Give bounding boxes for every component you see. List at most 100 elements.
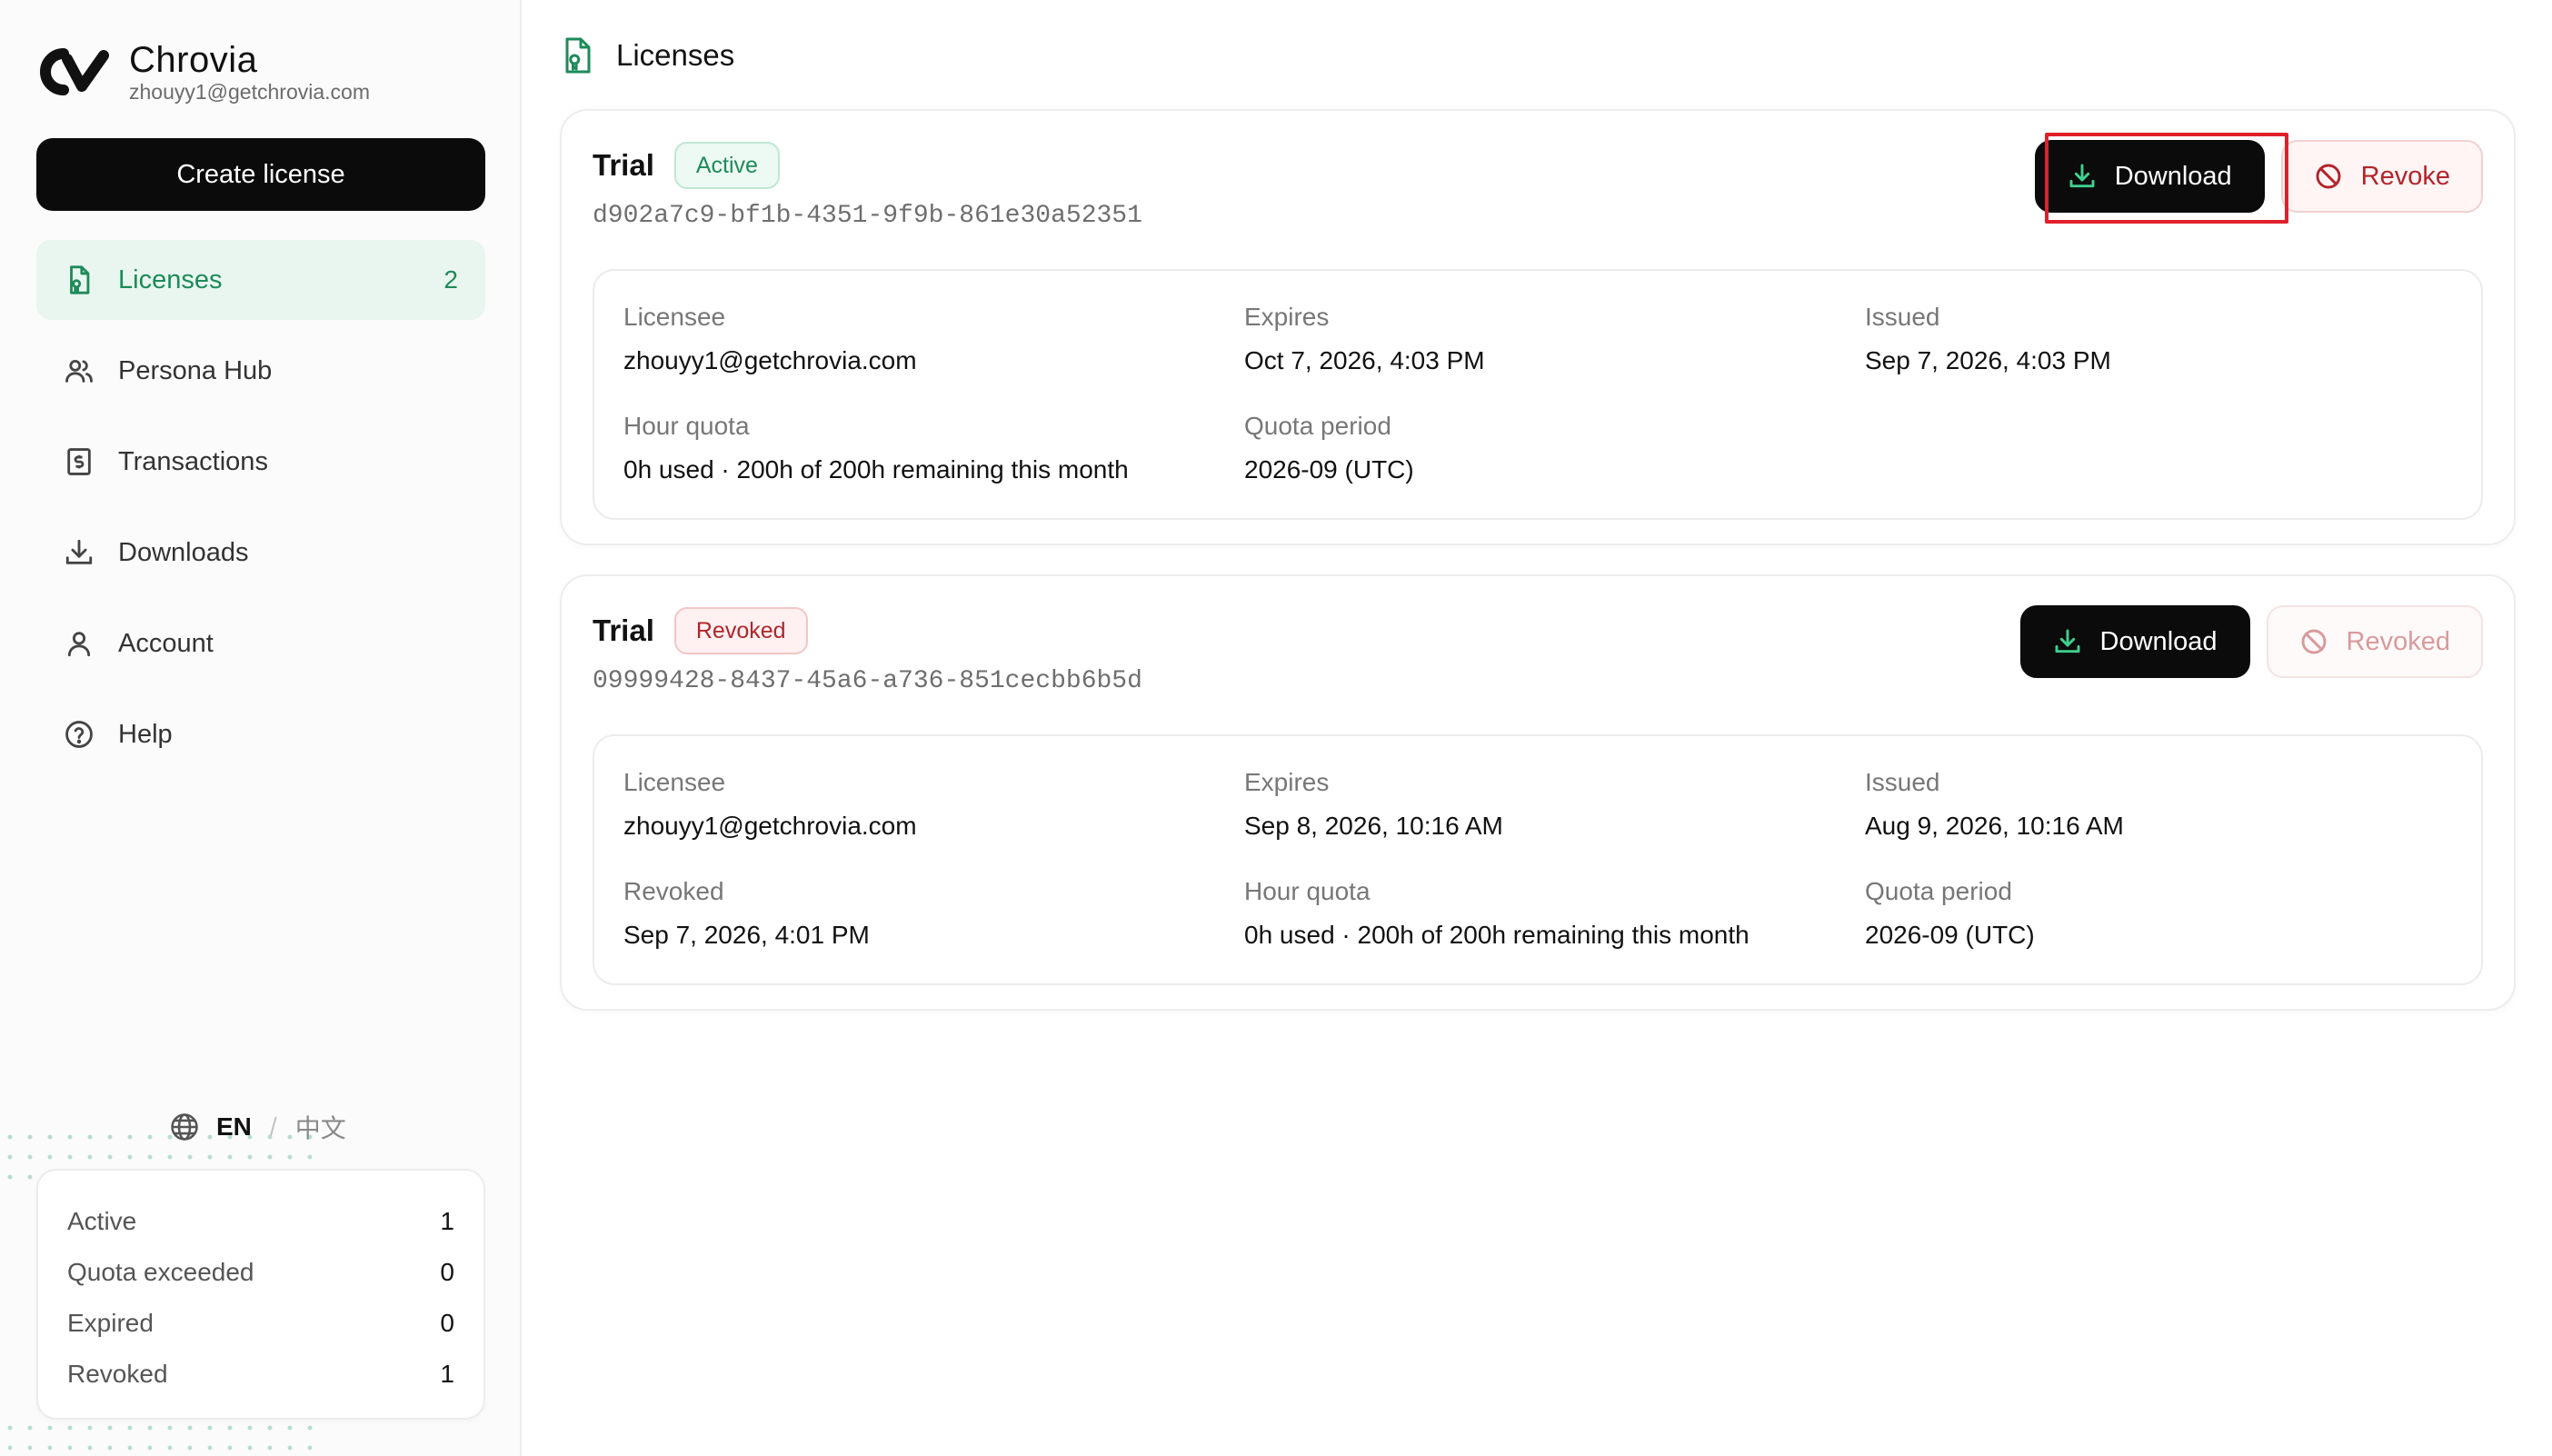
- sidebar-item-transactions[interactable]: Transactions: [36, 422, 485, 502]
- download-icon: [64, 537, 95, 568]
- sidebar-item-label: Transactions: [118, 446, 268, 476]
- download-icon: [2055, 629, 2080, 653]
- field-label: Expires: [1244, 303, 1330, 331]
- license-card: Trial Revoked 09999428-8437-45a6-a736-85…: [560, 574, 2516, 1011]
- lang-en[interactable]: EN: [216, 1112, 252, 1142]
- user-icon: [64, 628, 95, 659]
- chrovia-logo-icon: [40, 48, 109, 95]
- field-issued: Issued Sep 7, 2026, 4:03 PM: [1865, 302, 2111, 376]
- sidebar-item-label: Downloads: [118, 537, 249, 567]
- field-value: 0h used · 200h of 200h remaining this mo…: [623, 455, 1129, 484]
- field-label: Hour quota: [1244, 877, 1371, 905]
- field-value: zhouyy1@getchrovia.com: [623, 812, 917, 840]
- field-value: Oct 7, 2026, 4:03 PM: [1244, 346, 1485, 374]
- download-button[interactable]: Download: [2019, 605, 2250, 678]
- decorative-dots: [0, 1418, 327, 1451]
- page-title-text: Licenses: [616, 38, 735, 72]
- receipt-icon: [64, 446, 95, 477]
- revoked-label: Revoked: [2346, 626, 2450, 656]
- field-value: 2026-09 (UTC): [1865, 921, 2035, 949]
- stat-row-active: Active 1: [67, 1196, 454, 1247]
- field-quota-period: Quota period 2026-09 (UTC): [1865, 876, 2035, 951]
- field-expires: Expires Sep 8, 2026, 10:16 AM: [1244, 767, 1503, 842]
- field-value: Aug 9, 2026, 10:16 AM: [1865, 812, 2124, 840]
- help-icon: [64, 719, 95, 750]
- license-stats-panel: Active 1 Quota exceeded 0 Expired 0 Revo…: [36, 1169, 485, 1420]
- ban-icon: [2316, 164, 2341, 189]
- brand: Chrovia zhouyy1@getchrovia.com: [36, 40, 370, 104]
- license-card: Trial Active d902a7c9-bf1b-4351-9f9b-861…: [560, 109, 2516, 545]
- status-badge: Revoked: [673, 607, 808, 654]
- license-details: Licensee zhouyy1@getchrovia.com Expires …: [593, 734, 2483, 985]
- sidebar-item-licenses[interactable]: Licenses 2: [36, 240, 485, 320]
- brand-name: Chrovia: [129, 40, 258, 80]
- stat-label: Revoked: [67, 1360, 168, 1388]
- license-icon: [64, 264, 95, 295]
- stat-label: Active: [67, 1207, 137, 1235]
- license-type: Trial: [593, 148, 654, 182]
- sidebar-item-label: Help: [118, 719, 173, 749]
- field-revoked: Revoked Sep 7, 2026, 4:01 PM: [623, 876, 870, 951]
- lang-separator: /: [269, 1112, 277, 1141]
- stat-row-expired: Expired 0: [67, 1298, 454, 1349]
- sidebar-item-downloads[interactable]: Downloads: [36, 513, 485, 593]
- license-type: Trial: [593, 613, 654, 647]
- field-label: Revoked: [623, 877, 724, 905]
- revoke-button[interactable]: Revoke: [2280, 140, 2483, 213]
- create-license-button[interactable]: Create license: [36, 138, 485, 211]
- revoked-button[interactable]: Revoked: [2266, 605, 2483, 678]
- sidebar-item-help[interactable]: Help: [36, 694, 485, 774]
- field-label: Issued: [1865, 303, 1940, 331]
- page-title: Licenses: [562, 36, 734, 75]
- field-label: Licensee: [623, 768, 726, 796]
- field-hour-quota: Hour quota 0h used · 200h of 200h remain…: [1244, 876, 1750, 951]
- field-label: Hour quota: [623, 412, 750, 440]
- stat-value: 1: [440, 1207, 454, 1235]
- users-icon: [64, 355, 95, 386]
- field-label: Expires: [1244, 768, 1330, 796]
- field-hour-quota: Hour quota 0h used · 200h of 200h remain…: [623, 411, 1129, 485]
- field-value: Sep 8, 2026, 10:16 AM: [1244, 812, 1503, 840]
- field-quota-period: Quota period 2026-09 (UTC): [1244, 411, 1414, 485]
- highlight-box: [2045, 133, 2288, 224]
- license-id: 09999428-8437-45a6-a736-851cecbb6b5d: [593, 667, 1142, 695]
- status-badge: Active: [673, 142, 780, 189]
- sidebar-item-account[interactable]: Account: [36, 603, 485, 683]
- language-switcher: EN / 中文: [169, 1109, 346, 1145]
- field-label: Licensee: [623, 303, 726, 331]
- field-licensee: Licensee zhouyy1@getchrovia.com: [623, 302, 917, 376]
- field-value: Sep 7, 2026, 4:01 PM: [623, 921, 870, 949]
- field-value: 2026-09 (UTC): [1244, 455, 1414, 484]
- stat-label: Quota exceeded: [67, 1258, 254, 1286]
- lang-zh[interactable]: 中文: [295, 1109, 346, 1145]
- licenses-count: 2: [444, 265, 458, 294]
- stat-row-revoked: Revoked 1: [67, 1349, 454, 1400]
- globe-icon: [171, 1113, 198, 1141]
- download-label: Download: [2099, 626, 2218, 656]
- field-issued: Issued Aug 9, 2026, 10:16 AM: [1865, 767, 2124, 842]
- license-details: Licensee zhouyy1@getchrovia.com Expires …: [593, 269, 2483, 520]
- field-label: Quota period: [1244, 412, 1391, 440]
- stat-row-quota-exceeded: Quota exceeded 0: [67, 1247, 454, 1298]
- sidebar-item-label: Account: [118, 628, 214, 658]
- stat-value: 1: [440, 1360, 454, 1388]
- field-licensee: Licensee zhouyy1@getchrovia.com: [623, 767, 917, 842]
- field-label: Quota period: [1865, 877, 2012, 905]
- field-value: zhouyy1@getchrovia.com: [623, 346, 917, 374]
- sidebar-item-label: Persona Hub: [118, 355, 273, 385]
- sidebar-item-persona-hub[interactable]: Persona Hub: [36, 331, 485, 411]
- stat-label: Expired: [67, 1309, 154, 1337]
- stat-value: 0: [440, 1309, 454, 1337]
- ban-icon: [2301, 629, 2326, 654]
- license-id: d902a7c9-bf1b-4351-9f9b-861e30a52351: [593, 202, 1142, 230]
- field-value: 0h used · 200h of 200h remaining this mo…: [1244, 921, 1750, 949]
- sidebar-item-label: Licenses: [118, 264, 223, 294]
- field-value: Sep 7, 2026, 4:03 PM: [1865, 346, 2111, 374]
- license-icon: [565, 37, 591, 74]
- field-expires: Expires Oct 7, 2026, 4:03 PM: [1244, 302, 1485, 376]
- sidebar-nav: Licenses 2 Persona Hub Transactions Down…: [36, 240, 485, 785]
- sidebar: Chrovia zhouyy1@getchrovia.com Create li…: [0, 0, 522, 1456]
- brand-email: zhouyy1@getchrovia.com: [129, 80, 370, 104]
- stat-value: 0: [440, 1258, 454, 1286]
- field-label: Issued: [1865, 768, 1940, 796]
